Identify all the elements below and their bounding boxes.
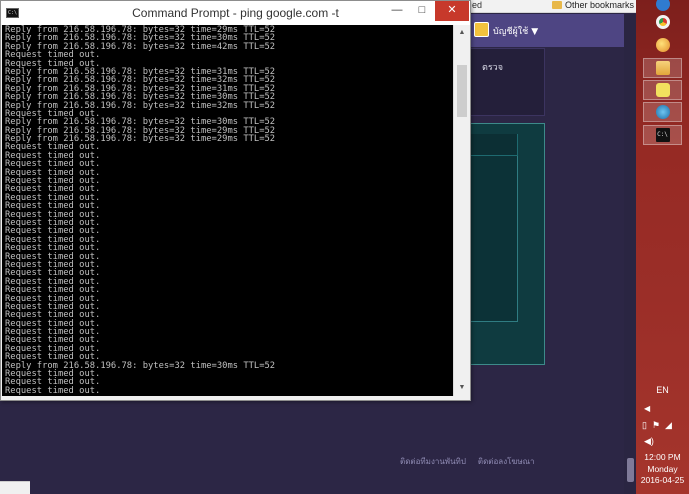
footer-link-advertise[interactable]: ติดต่อลงโฆษณา [478,455,535,468]
avatar[interactable] [474,22,489,37]
site-header: บัญชีผู้ใช้ ▼ [470,14,636,47]
panel-text: ตรวจ [482,63,504,73]
show-hidden-icons-icon[interactable]: ◀ [644,404,650,413]
clock-time: 12:00 PM [644,452,681,462]
chevron-down-icon: ▼ [531,27,539,37]
taskbar-globe-button[interactable] [643,102,682,122]
network-icon[interactable]: ◢ [665,420,672,431]
other-bookmarks-button[interactable]: Other bookmarks [552,0,634,10]
footer-links: ติดต่อทีมงานพันทิป ติดต่อลงโฆษณา [400,455,535,468]
ie-icon [655,0,670,11]
taskbar-explorer-button[interactable] [643,58,682,78]
scroll-up-arrow-icon[interactable]: ▲ [454,25,470,41]
console-output[interactable]: Reply from 216.58.196.78: bytes=32 time=… [2,25,453,396]
clock-date: 2016-04-25 [640,475,685,485]
clock[interactable]: 12:00 PM Monday 2016-04-25 [636,452,689,487]
account-menu-button[interactable]: บัญชีผู้ใช้ ▼ [493,24,538,38]
minimize-button[interactable]: — [384,1,410,21]
battery-icon[interactable]: ▯ [642,420,647,431]
console-line: Request timed out. [5,385,101,396]
bookmarks-bar: ed Other bookmarks [470,0,636,13]
bookmark-item-partial[interactable]: ed [472,0,482,10]
title-bar[interactable]: C:\ Command Prompt - ping google.com -t … [1,1,470,25]
volume-icon[interactable]: ◀) [644,436,654,447]
footer-link-contact-team[interactable]: ติดต่อทีมงานพันทิป [400,455,466,468]
taskbar-chrome-button[interactable] [643,12,682,32]
cmd-icon: C:\ [655,128,670,142]
taskbar-chat-button[interactable] [643,80,682,100]
chrome-icon [655,15,670,29]
console-scrollbar[interactable]: ▲ ▼ [453,25,470,396]
scroll-down-arrow-icon[interactable]: ▼ [454,380,470,396]
taskbar-cmd-button[interactable]: C:\ [643,125,682,145]
explorer-icon [655,61,670,75]
chat-icon [655,83,670,97]
globe-icon [655,105,670,119]
maximize-button[interactable]: □ [409,1,435,21]
folder-icon [552,1,562,9]
page-scrollbar-thumb[interactable] [627,458,634,482]
download-bar-stub [0,481,30,494]
close-button[interactable]: ✕ [435,1,469,21]
compose-textarea[interactable] [470,156,518,322]
other-bookmarks-label: Other bookmarks [565,0,635,10]
command-prompt-window: C:\ Command Prompt - ping google.com -t … [0,0,471,401]
content-panel: ตรวจ [470,48,545,116]
paint-icon [655,38,670,52]
flag-icon[interactable]: ⚑ [652,420,660,431]
compose-title-field[interactable] [470,134,518,156]
console-scrollbar-thumb[interactable] [457,65,467,117]
taskbar: C:\ EN ◀ ▯ ⚑ ◢ ◀) 12:00 PM Monday 2016-0… [636,0,689,494]
taskbar-paint-button[interactable] [643,35,682,55]
language-indicator[interactable]: EN [636,385,689,395]
compose-panel [470,123,545,365]
account-label: บัญชีผู้ใช้ [493,27,529,37]
page-scrollbar[interactable] [624,14,636,494]
system-tray: ▯ ⚑ ◢ [642,420,672,431]
clock-day: Monday [647,463,678,474]
